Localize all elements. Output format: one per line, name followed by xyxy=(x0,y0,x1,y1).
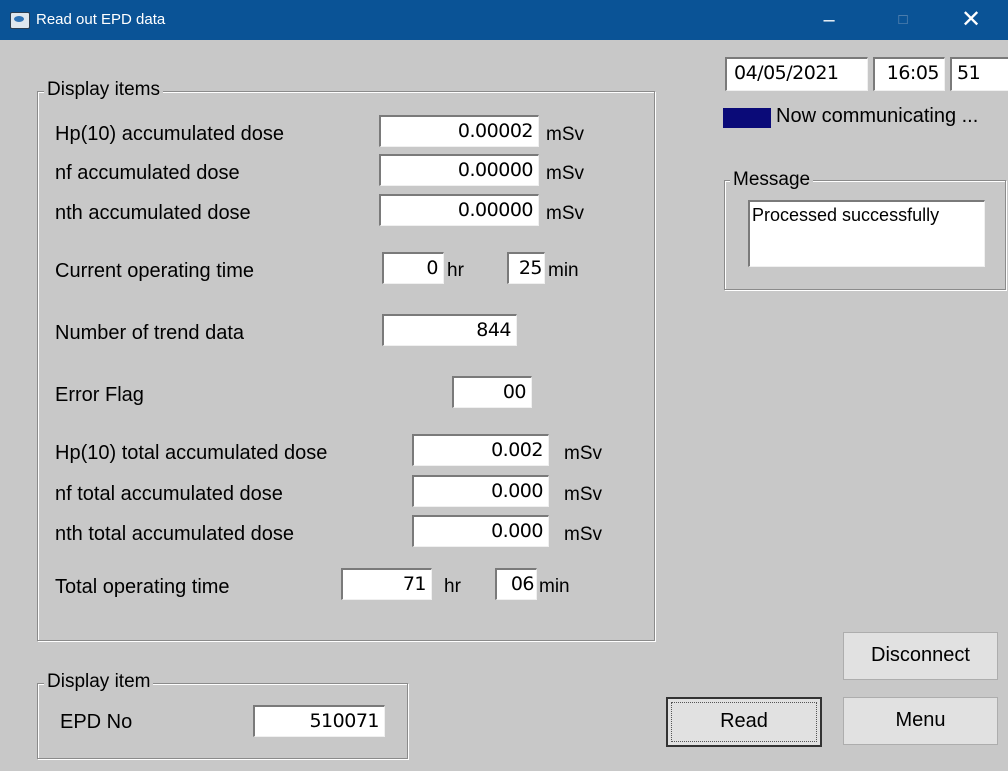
menu-button[interactable]: Menu xyxy=(843,697,998,745)
read-button-label: Read xyxy=(720,710,768,732)
current-operating-minutes: 25 xyxy=(507,252,545,284)
disconnect-button-label: Disconnect xyxy=(871,644,970,666)
read-button[interactable]: Read xyxy=(666,697,822,747)
nth-dose-label: nth accumulated dose xyxy=(55,202,251,224)
seconds-field: 51 xyxy=(950,57,1008,91)
hp10-total-dose-unit: mSv xyxy=(564,443,602,464)
nth-dose-value: 0.00000 xyxy=(379,194,539,226)
nf-dose-value: 0.00000 xyxy=(379,154,539,186)
error-flag-label: Error Flag xyxy=(55,384,144,406)
nf-dose-unit: mSv xyxy=(546,163,584,184)
nf-total-dose-label: nf total accumulated dose xyxy=(55,483,283,505)
hp10-total-dose-value: 0.002 xyxy=(412,434,549,466)
nf-total-dose-unit: mSv xyxy=(564,484,602,505)
error-flag-value: 00 xyxy=(452,376,532,408)
total-operating-minutes: 06 xyxy=(495,568,537,600)
message-group-label: Message xyxy=(730,169,814,191)
hp10-dose-value: 0.00002 xyxy=(379,115,539,147)
current-operating-time-label: Current operating time xyxy=(55,260,254,282)
epd-no-label: EPD No xyxy=(60,711,133,733)
nth-dose-unit: mSv xyxy=(546,203,584,224)
trend-data-value: 844 xyxy=(382,314,517,346)
time-field: 16:05 xyxy=(873,57,945,91)
total-operating-hours: 71 xyxy=(341,568,432,600)
menu-button-label: Menu xyxy=(895,709,946,731)
trend-data-label: Number of trend data xyxy=(55,322,244,344)
nf-dose-label: nf accumulated dose xyxy=(55,162,240,184)
current-operating-hours: 0 xyxy=(382,252,444,284)
maximize-button[interactable]: □ xyxy=(880,4,926,36)
date-field: 04/05/2021 xyxy=(725,57,868,91)
display-items-label: Display items xyxy=(44,79,163,101)
app-icon[interactable] xyxy=(10,12,30,29)
window-title: Read out EPD data xyxy=(36,11,166,28)
epd-no-value: 510071 xyxy=(253,705,385,737)
title-bar: Read out EPD data – □ ✕ xyxy=(0,0,1008,40)
nth-total-dose-value: 0.000 xyxy=(412,515,549,547)
message-text: Processed successfully xyxy=(748,200,985,267)
total-operating-minutes-unit: min xyxy=(539,576,570,597)
hp10-dose-unit: mSv xyxy=(546,124,584,145)
communication-indicator xyxy=(723,108,771,128)
communication-status: Now communicating ... xyxy=(776,105,979,127)
nth-total-dose-label: nth total accumulated dose xyxy=(55,523,295,545)
nth-total-dose-unit: mSv xyxy=(564,524,602,545)
current-operating-minutes-unit: min xyxy=(548,260,579,281)
nf-total-dose-value: 0.000 xyxy=(412,475,549,507)
current-operating-hours-unit: hr xyxy=(447,260,464,281)
hp10-total-dose-label: Hp(10) total accumulated dose xyxy=(55,442,328,464)
hp10-dose-label: Hp(10) accumulated dose xyxy=(55,123,285,145)
display-item-label: Display item xyxy=(44,671,154,693)
total-operating-hours-unit: hr xyxy=(444,576,461,597)
minimize-button[interactable]: – xyxy=(806,4,852,36)
total-operating-time-label: Total operating time xyxy=(55,576,230,598)
close-button[interactable]: ✕ xyxy=(948,4,994,36)
disconnect-button[interactable]: Disconnect xyxy=(843,632,998,680)
